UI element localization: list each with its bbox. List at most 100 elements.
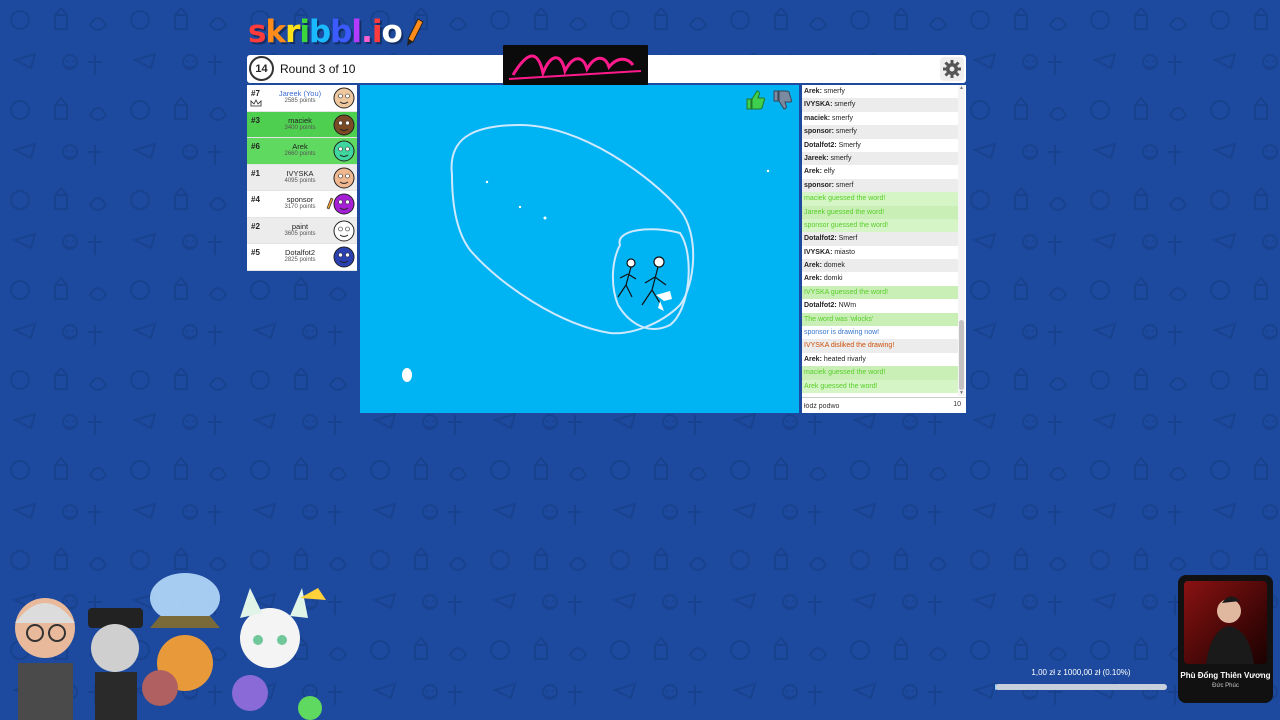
logo-letter: b: [309, 14, 331, 50]
chat-text: domki: [823, 275, 843, 283]
chat-system-text: Jareek guessed the word!: [804, 208, 885, 216]
player-rank: #7: [251, 89, 260, 98]
player-avatar: [333, 193, 355, 215]
player-name: maciek: [288, 115, 312, 125]
song-title: Phù Đổng Thiên Vương: [1180, 671, 1271, 680]
chat-scrollbar[interactable]: ▲ ▼: [958, 85, 965, 396]
chat-system-text: sponsor guessed the word!: [804, 221, 889, 229]
logo-letter: l: [351, 14, 362, 50]
donation-text: 1,00 zł z 1000,00 zł (0.10%): [1031, 668, 1131, 677]
chat-author: sponsor: [804, 181, 832, 189]
player-row[interactable]: #5 Dotalfot2 2825 points: [247, 244, 357, 271]
cat-avatar: [142, 573, 220, 706]
like-button[interactable]: [744, 89, 766, 111]
chat-text: domek: [823, 262, 845, 270]
chat-message: Dotalfot2: Smerf: [802, 232, 958, 246]
player-row[interactable]: #1 IVYSKA 4095 points: [247, 164, 357, 191]
logo-letter: s: [248, 14, 266, 50]
chat-text: elfy: [823, 168, 835, 176]
settings-button[interactable]: [940, 57, 964, 81]
chat-message: Arek: domek: [802, 259, 958, 273]
chat-text: smerfy: [834, 101, 856, 109]
player-avatar: [333, 87, 355, 109]
chat-text: Smerfy: [838, 141, 861, 149]
player-rank: #3: [251, 115, 260, 125]
skribbl-logo: skribbl.io: [248, 14, 424, 50]
chat-message: Dotalfot2: NWm: [804, 302, 857, 310]
player-rank: #2: [251, 221, 260, 231]
chat-text: miasto: [834, 248, 855, 256]
logo-letter: o: [381, 14, 402, 50]
streamer-signature-logo: [503, 45, 648, 85]
chat-author: Arek: [804, 275, 820, 283]
scroll-thumb[interactable]: [959, 320, 964, 390]
thumbs-up-icon: [746, 90, 766, 110]
player-name: paint: [291, 221, 309, 231]
album-cover: [1184, 581, 1267, 664]
scroll-up-arrow-icon[interactable]: ▲: [958, 85, 965, 91]
chat-message: Dotalfot2: Smerfy: [804, 141, 861, 149]
chat-system-text: maciek guessed the word!: [804, 369, 886, 377]
player-row[interactable]: #6 Arek 2660 points: [247, 138, 357, 165]
chat-message: IVYSKA: miasto: [804, 248, 855, 256]
chat-system-text: maciek guessed the word!: [804, 195, 886, 203]
chat-message: Arek: domki: [804, 275, 843, 283]
thumbs-down-icon: [773, 90, 793, 110]
chat-author: Arek: [804, 168, 820, 176]
player-rank: #1: [251, 168, 260, 178]
chat-system-text: sponsor is drawing now!: [804, 329, 880, 337]
logo-letter: k: [265, 14, 286, 50]
pencil-icon: [406, 18, 424, 46]
chat-message: Arek: heated rivarly: [804, 355, 866, 363]
donation-progress-fill: [995, 684, 997, 690]
logo-letter: b: [330, 14, 352, 50]
chat-message: The word was 'wlocks': [802, 312, 958, 327]
player-row[interactable]: #3 maciek 3400 points: [247, 111, 357, 138]
gear-icon: [943, 60, 961, 78]
chat-text: smerfy: [835, 128, 857, 136]
dislike-button[interactable]: [771, 89, 793, 111]
chat-message: Arek: elfy: [804, 168, 835, 176]
chat-panel: Arek: smerfy IVYSKA: smerfy maciek: smerfy…: [802, 85, 966, 413]
char-count: 10: [953, 401, 961, 408]
chat-message: IVYSKA disliked the drawing!: [802, 339, 958, 353]
chat-message: maciek guessed the word!: [802, 192, 958, 206]
player-name: Arek: [292, 142, 308, 151]
scroll-down-arrow-icon[interactable]: ▼: [958, 390, 965, 396]
player-row[interactable]: #4 sponsor 3170 points: [247, 191, 357, 218]
chat-text: heated rivarly: [823, 355, 866, 363]
now-playing-card: Phù Đổng Thiên Vương Đức Phúc: [1178, 575, 1273, 703]
player-list: #7 Jareek (You) 2585 points #3 maciek 3400 po…: [247, 85, 357, 271]
chat-message: sponsor guessed the word!: [802, 218, 958, 233]
player-avatar: [333, 140, 355, 162]
chat-message: Jareek guessed the word!: [802, 205, 958, 219]
player-row[interactable]: #2 paint 3605 points: [247, 217, 357, 244]
logo-letter: r: [285, 14, 300, 50]
chat-input-wrap: 10: [802, 397, 966, 413]
player-rank: #6: [251, 142, 260, 151]
player-name: Jareek (You): [278, 89, 322, 98]
drawing-canvas[interactable]: [360, 85, 799, 413]
chat-messages: Arek: smerfy IVYSKA: smerfy maciek: smerfy…: [802, 85, 958, 396]
crown-icon: [250, 99, 262, 107]
old-man-avatar: [15, 598, 75, 720]
chat-system-text: IVYSKA guessed the word!: [804, 288, 889, 296]
guess-input[interactable]: [804, 400, 944, 412]
chat-author: maciek: [804, 114, 828, 122]
chat-message: sponsor: smerf: [802, 178, 958, 193]
player-name: sponsor: [286, 195, 314, 204]
chat-system-text: Arek guessed the word!: [804, 382, 878, 390]
logo-letter: i: [371, 14, 383, 50]
chat-author: Jareek: [804, 154, 827, 162]
chat-author: Dotalfot2: [804, 141, 835, 149]
chat-author: Dotalfot2: [804, 235, 835, 243]
chat-text: NWm: [838, 302, 857, 310]
player-name: Dotalfot2: [284, 248, 316, 257]
chat-text: smerfy: [823, 88, 845, 95]
player-points: 3400 points: [284, 124, 316, 131]
donation-progress-bar: [995, 684, 1167, 690]
singer-silhouette: [1206, 596, 1254, 664]
player-row[interactable]: #7 Jareek (You) 2585 points: [247, 85, 357, 112]
chat-author: Arek: [804, 88, 820, 95]
round-indicator: Round 3 of 10: [280, 62, 356, 76]
